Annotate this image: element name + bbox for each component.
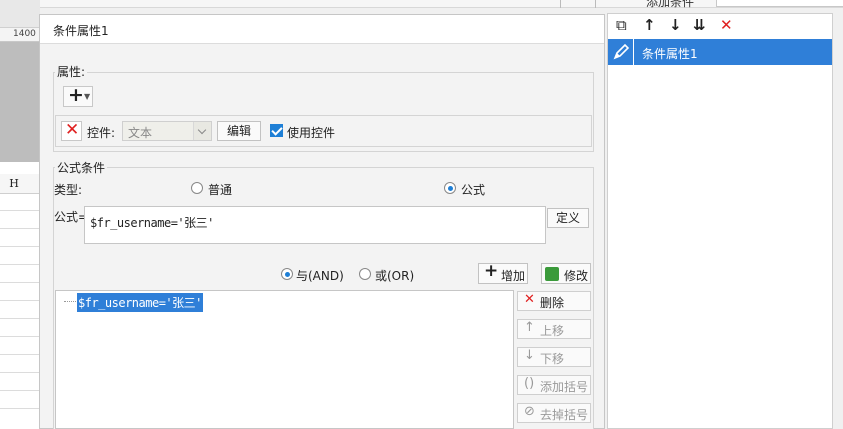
remove-bracket-icon: ⊘ — [524, 404, 535, 419]
sheet-row-line — [0, 372, 40, 373]
add-bracket-button[interactable]: () 添加括号 — [517, 375, 591, 395]
sheet-row-line — [0, 210, 40, 211]
add-bracket-label: 添加括号 — [540, 380, 589, 394]
tree-connector — [64, 301, 76, 302]
copy-icon[interactable]: ⧉ — [616, 16, 627, 34]
type-formula-radio[interactable] — [444, 182, 456, 194]
type-normal-label: 普通 — [208, 183, 233, 197]
remove-bracket-label: 去掉括号 — [540, 408, 589, 422]
sheet-gray-region — [0, 42, 40, 162]
arrow-down-icon[interactable]: ↓ — [669, 16, 682, 34]
modify-icon — [545, 267, 559, 281]
sheet-row-line — [0, 228, 40, 229]
use-control-label: 使用控件 — [287, 126, 336, 140]
top-tab-edge — [560, 0, 596, 8]
sheet-row-line — [0, 318, 40, 319]
delete-button[interactable]: ✕ 删除 — [517, 291, 591, 311]
delete-icon[interactable]: ✕ — [720, 16, 733, 34]
logic-or-label: 或(OR) — [375, 269, 415, 283]
pencil-icon — [608, 39, 634, 65]
type-normal-radio[interactable] — [191, 182, 203, 194]
list-item[interactable]: 条件属性1 — [608, 39, 832, 65]
sheet-row-line — [0, 354, 40, 355]
condition-list[interactable]: $fr_username='张三' — [55, 290, 514, 429]
logic-and-radio[interactable] — [281, 268, 293, 280]
caret-down-icon: ▼ — [84, 92, 91, 101]
sheet-row-line — [0, 300, 40, 301]
logic-or-radio[interactable] — [359, 268, 371, 280]
add-attribute-button[interactable]: + ▼ — [63, 84, 93, 107]
logic-and-label: 与(AND) — [296, 269, 344, 283]
formula-group-label: 公式条件 — [55, 159, 108, 176]
plus-icon: + — [484, 261, 499, 281]
sheet-row-line — [0, 264, 40, 265]
formula-label: 公式= — [54, 210, 89, 224]
control-select[interactable]: 文本 — [122, 121, 212, 141]
spreadsheet-top-area — [0, 0, 40, 28]
define-button[interactable]: 定义 — [547, 208, 589, 228]
attributes-group-label: 属性: — [55, 63, 88, 80]
add-condition-button[interactable]: + 增加 — [478, 261, 528, 284]
formula-value: $fr_username='张三' — [90, 216, 214, 230]
more-icon[interactable]: ··· — [606, 0, 620, 6]
modify-condition-button[interactable]: 修改 — [541, 263, 591, 284]
sheet-row-line — [0, 408, 40, 409]
sheet-row-line — [0, 390, 40, 391]
sheet-row-line — [0, 336, 40, 337]
close-icon: ✕ — [65, 120, 80, 140]
move-bottom-icon[interactable]: ⇊ — [693, 16, 706, 34]
arrow-up-icon[interactable]: ↑ — [643, 16, 656, 34]
add-condition-label: 添加条件 — [646, 0, 695, 9]
add-button-label: 增加 — [501, 269, 526, 283]
formula-input[interactable]: $fr_username='张三' — [84, 206, 546, 244]
sheet-row-line — [0, 282, 40, 283]
top-input-box[interactable] — [716, 0, 843, 7]
delete-button-label: 删除 — [540, 296, 565, 310]
arrow-down-icon: ↓ — [524, 348, 535, 363]
ruler: 1400 — [0, 28, 40, 42]
ruler-value: 1400 — [13, 29, 36, 39]
type-label: 类型: — [54, 183, 83, 197]
modify-button-label: 修改 — [564, 269, 589, 283]
column-header[interactable]: H — [0, 174, 40, 194]
sheet-row-line — [0, 246, 40, 247]
edit-button[interactable]: 编辑 — [217, 121, 261, 141]
remove-attribute-button[interactable]: ✕ — [61, 120, 82, 141]
panel-toolbar: ⧉ ↑ ↓ ⇊ ✕ — [608, 14, 832, 39]
remove-bracket-button[interactable]: ⊘ 去掉括号 — [517, 403, 591, 423]
control-select-value: 文本 — [128, 126, 153, 140]
top-strip: ··· 添加条件 — [40, 0, 843, 9]
close-icon: ✕ — [524, 292, 535, 307]
list-item[interactable]: $fr_username='张三' — [77, 293, 203, 312]
chevron-down-icon[interactable] — [193, 122, 211, 140]
plus-icon: + — [68, 84, 84, 106]
move-down-button[interactable]: ↓ 下移 — [517, 347, 591, 367]
bracket-icon: () — [524, 376, 535, 391]
condition-list-panel: ⧉ ↑ ↓ ⇊ ✕ 条件属性1 — [607, 13, 833, 429]
use-control-checkbox[interactable] — [270, 124, 283, 137]
move-down-label: 下移 — [540, 352, 565, 366]
dialog-title-bar: 条件属性1 — [40, 15, 604, 44]
move-up-label: 上移 — [540, 324, 565, 338]
list-item-label: 条件属性1 — [642, 47, 698, 61]
type-formula-label: 公式 — [461, 183, 486, 197]
arrow-up-icon: ↑ — [524, 320, 535, 335]
dialog-title: 条件属性1 — [53, 24, 109, 38]
move-up-button[interactable]: ↑ 上移 — [517, 319, 591, 339]
control-label: 控件: — [87, 126, 116, 140]
